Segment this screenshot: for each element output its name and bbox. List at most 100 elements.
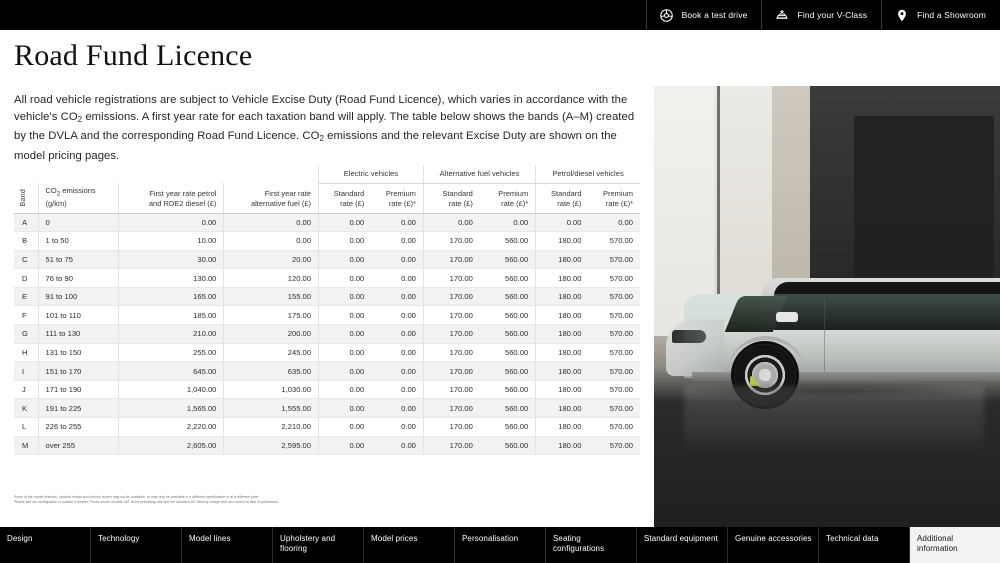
row-alt-standard: 170.00 (423, 287, 479, 306)
row-pd-premium: 570.00 (588, 380, 640, 399)
row-alt-premium: 560.00 (480, 343, 536, 362)
tab-seating-configurations[interactable]: Seating configurations (546, 527, 637, 563)
row-pd-standard: 180.00 (536, 250, 589, 269)
tab-technology[interactable]: Technology (91, 527, 182, 563)
table-row: H131 to 150255.00245.000.000.00170.00560… (14, 343, 640, 362)
column-header-ev-premium: Premium rate (£)* (371, 183, 423, 213)
location-pin-icon (894, 7, 910, 23)
tab-label: Genuine accessories (735, 534, 812, 544)
row-co2-range: 1 to 50 (38, 232, 119, 251)
book-a-test-drive-label: Book a test drive (682, 10, 748, 20)
row-ev-premium: 0.00 (371, 436, 423, 455)
row-alt-premium: 560.00 (480, 306, 536, 325)
row-first-year-alt: 175.00 (224, 306, 319, 325)
column-header-co2-emissions: CO2 emissions (g/km) (38, 183, 119, 213)
co2-head-units: (g/km) (46, 199, 67, 208)
tab-design[interactable]: Design (0, 527, 91, 563)
row-first-year-petrol: 255.00 (119, 343, 224, 362)
row-first-year-petrol: 210.00 (119, 325, 224, 344)
table-row: Mover 2552,605.002,595.000.000.00170.005… (14, 436, 640, 455)
row-band: C (14, 250, 38, 269)
row-alt-premium: 560.00 (480, 362, 536, 381)
row-ev-standard: 0.00 (318, 306, 371, 325)
intro-paragraph: All road vehicle registrations are subje… (14, 92, 644, 164)
row-alt-premium: 560.00 (480, 232, 536, 251)
tab-personalisation[interactable]: Personalisation (455, 527, 546, 563)
find-a-showroom-button[interactable]: Find a Showroom (881, 0, 1000, 30)
tab-model-lines[interactable]: Model lines (182, 527, 273, 563)
row-ev-premium: 0.00 (371, 250, 423, 269)
table-row: F101 to 110185.00175.000.000.00170.00560… (14, 306, 640, 325)
row-co2-range: 131 to 150 (38, 343, 119, 362)
row-alt-premium: 0.00 (480, 213, 536, 232)
row-ev-standard: 0.00 (318, 418, 371, 437)
find-your-v-class-button[interactable]: Find your V-Class (761, 0, 881, 30)
row-alt-standard: 170.00 (423, 436, 479, 455)
page-content: Road Fund Licence All road vehicle regis… (0, 30, 1000, 527)
row-co2-range: 76 to 90 (38, 269, 119, 288)
co2-head-text-b: emissions (60, 186, 95, 195)
table-row: J171 to 1901,040.001,030.000.000.00170.0… (14, 380, 640, 399)
row-first-year-petrol: 2,605.00 (119, 436, 224, 455)
table-row: L226 to 2552,220.002,210.000.000.00170.0… (14, 418, 640, 437)
row-ev-premium: 0.00 (371, 343, 423, 362)
column-header-alt-premium: Premium rate (£)* (480, 183, 536, 213)
row-alt-premium: 560.00 (480, 436, 536, 455)
table-head: Electric vehicles Alternative fuel vehic… (14, 165, 640, 213)
row-pd-standard: 180.00 (536, 232, 589, 251)
row-ev-standard: 0.00 (318, 436, 371, 455)
row-first-year-alt: 2,210.00 (224, 418, 319, 437)
table-row: A00.000.000.000.000.000.000.000.00 (14, 213, 640, 232)
table-row: C51 to 7530.0020.000.000.00170.00560.001… (14, 250, 640, 269)
group-header-alternative-fuel: Alternative fuel vehicles (423, 165, 535, 183)
row-first-year-alt: 0.00 (224, 213, 319, 232)
row-alt-standard: 170.00 (423, 250, 479, 269)
book-a-test-drive-button[interactable]: Book a test drive (646, 0, 762, 30)
column-header-first-year-alternative: First year rate alternative fuel (£) (224, 183, 319, 213)
tab-additional-information[interactable]: Additional information (910, 527, 1000, 563)
row-alt-premium: 560.00 (480, 250, 536, 269)
steering-wheel-icon (659, 7, 675, 23)
row-pd-premium: 570.00 (588, 287, 640, 306)
row-first-year-petrol: 1,565.00 (119, 399, 224, 418)
tab-genuine-accessories[interactable]: Genuine accessories (728, 527, 819, 563)
table-body: A00.000.000.000.000.000.000.000.00B1 to … (14, 213, 640, 455)
pd-prem-line2: rate (£)* (606, 199, 633, 208)
row-pd-premium: 570.00 (588, 399, 640, 418)
row-first-year-alt: 120.00 (224, 269, 319, 288)
top-utility-bar: Book a test drive Find your V-Class (0, 0, 1000, 30)
row-co2-range: 151 to 170 (38, 362, 119, 381)
table-row: I151 to 170645.00635.000.000.00170.00560… (14, 362, 640, 381)
row-first-year-petrol: 165.00 (119, 287, 224, 306)
row-first-year-petrol: 30.00 (119, 250, 224, 269)
row-pd-premium: 570.00 (588, 418, 640, 437)
row-alt-standard: 170.00 (423, 399, 479, 418)
ev-std-line1: Standard (334, 189, 364, 198)
car-icon (774, 7, 790, 23)
row-first-year-alt: 2,595.00 (224, 436, 319, 455)
table-column-header-row: Band CO2 emissions (g/km) First year rat… (14, 183, 640, 213)
row-ev-standard: 0.00 (318, 250, 371, 269)
row-ev-premium: 0.00 (371, 362, 423, 381)
row-ev-standard: 0.00 (318, 362, 371, 381)
row-ev-premium: 0.00 (371, 306, 423, 325)
tab-upholstery-and-flooring[interactable]: Upholstery and flooring (273, 527, 364, 563)
row-pd-premium: 570.00 (588, 343, 640, 362)
tab-label: Upholstery and flooring (280, 534, 357, 554)
row-pd-premium: 570.00 (588, 325, 640, 344)
row-pd-premium: 570.00 (588, 436, 640, 455)
table-row: K191 to 2251,565.001,555.000.000.00170.0… (14, 399, 640, 418)
table-row: D76 to 90130.00120.000.000.00170.00560.0… (14, 269, 640, 288)
row-first-year-petrol: 1,040.00 (119, 380, 224, 399)
fy-alt-line2: alternative fuel (£) (251, 199, 311, 208)
tab-model-prices[interactable]: Model prices (364, 527, 455, 563)
alt-prem-line2: rate (£)* (501, 199, 528, 208)
row-alt-premium: 560.00 (480, 380, 536, 399)
road-fund-licence-table-wrapper: Electric vehicles Alternative fuel vehic… (14, 165, 640, 455)
tab-technical-data[interactable]: Technical data (819, 527, 910, 563)
row-alt-standard: 170.00 (423, 306, 479, 325)
tab-standard-equipment[interactable]: Standard equipment (637, 527, 728, 563)
road-fund-licence-table: Electric vehicles Alternative fuel vehic… (14, 165, 640, 455)
row-alt-standard: 170.00 (423, 362, 479, 381)
pd-prem-line1: Premium (603, 189, 633, 198)
